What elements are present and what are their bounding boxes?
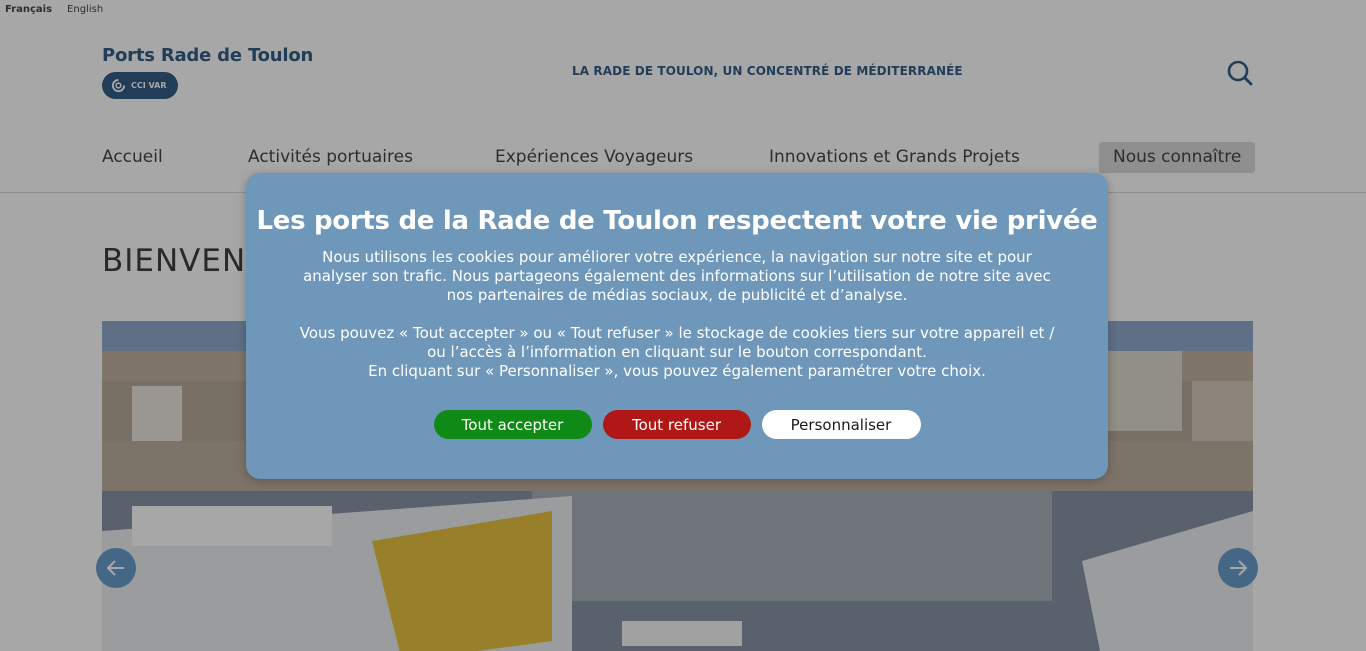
- accept-all-button[interactable]: Tout accepter: [433, 410, 592, 439]
- cookie-title: Les ports de la Rade de Toulon respecten…: [256, 206, 1098, 236]
- cookie-button-group: Tout accepter Tout refuser Personnaliser: [246, 410, 1108, 439]
- cookie-consent-modal: Les ports de la Rade de Toulon respecten…: [246, 173, 1108, 479]
- cookie-paragraph-1: Nous utilisons les cookies pour améliore…: [303, 248, 1051, 304]
- cookie-paragraph-2-line-1: Vous pouvez « Tout accepter » ou « Tout …: [299, 324, 1055, 361]
- cookie-paragraph-2: Vous pouvez « Tout accepter » ou « Tout …: [296, 324, 1058, 381]
- page: Français English Ports Rade de Toulon CC…: [0, 0, 1366, 651]
- cookie-description: Nous utilisons les cookies pour améliore…: [296, 248, 1058, 381]
- customize-button[interactable]: Personnaliser: [761, 410, 921, 439]
- refuse-all-button[interactable]: Tout refuser: [602, 410, 751, 439]
- cookie-paragraph-2-line-2: En cliquant sur « Personnaliser », vous …: [368, 362, 986, 380]
